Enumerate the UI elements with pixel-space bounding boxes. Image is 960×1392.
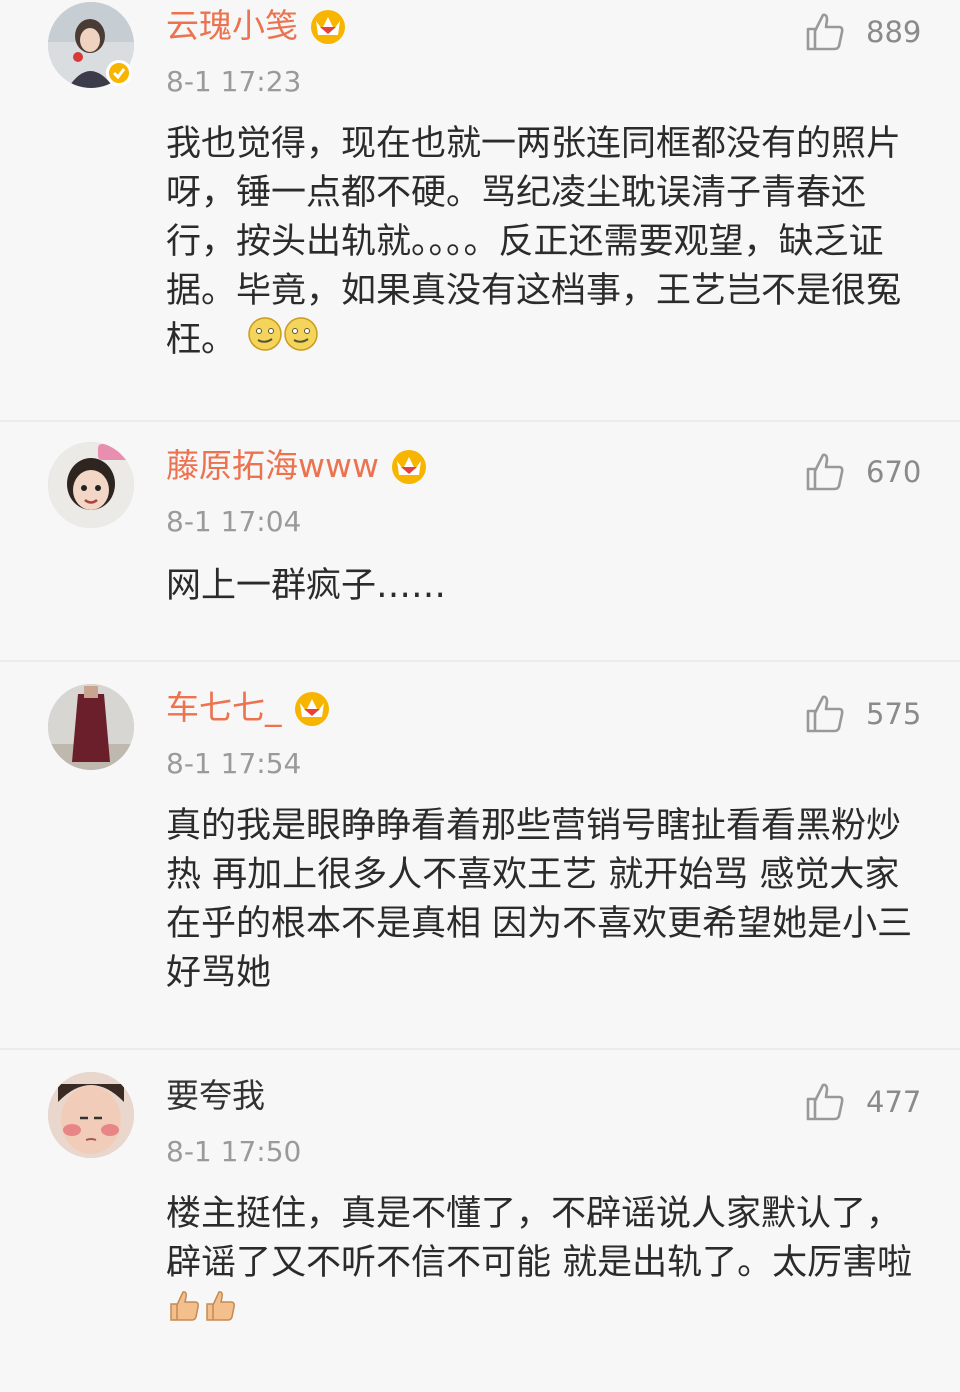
comment-body: 网上一群疯子…… (166, 566, 447, 606)
vip-crown-icon (292, 689, 332, 727)
username[interactable]: 要夸我 (166, 1076, 265, 1116)
comment-time: 8-1 17:54 (166, 747, 302, 780)
thumbs-up-icon (806, 453, 844, 491)
like-count: 670 (866, 455, 922, 489)
comment-text: 楼主挺住，真是不懂了，不辟谣说人家默认了，辟谣了又不听不信不可能 就是出轨了。太… (166, 1190, 916, 1338)
smile-emoji-icon (283, 316, 319, 366)
avatar[interactable] (48, 1072, 134, 1158)
thumbs-up-emoji-icon (166, 1288, 202, 1338)
comment-text: 网上一群疯子…… (166, 562, 916, 611)
like-count: 477 (866, 1085, 922, 1119)
comment-body: 楼主挺住，真是不懂了，不辟谣说人家默认了，辟谣了又不听不信不可能 就是出轨了。太… (166, 1194, 913, 1283)
thumbs-up-emoji-icon (202, 1288, 238, 1338)
like-count: 575 (866, 697, 922, 731)
verified-badge-icon (106, 60, 132, 86)
comment-list: 云瑰小笺 8-1 17:23 889 我也觉得，现在也就一两张连同框都没有的照片… (0, 0, 960, 1392)
vip-crown-icon (308, 7, 348, 45)
username[interactable]: 云瑰小笺 (166, 6, 348, 46)
avatar[interactable] (48, 442, 134, 528)
comment-item: 要夸我 8-1 17:50 477 楼主挺住，真是不懂了，不辟谣说人家默认了，辟… (0, 1050, 960, 1392)
like-count: 889 (866, 15, 922, 49)
like-button[interactable]: 575 (804, 692, 921, 736)
thumbs-up-icon (806, 695, 844, 733)
comment-time: 8-1 17:23 (166, 65, 302, 98)
comment-text: 我也觉得，现在也就一两张连同框都没有的照片呀，锤一点都不硬。骂纪凌尘耽误清子青春… (166, 120, 916, 366)
vip-crown-icon (389, 447, 429, 485)
comment-body: 真的我是眼睁睁看着那些营销号瞎扯看看黑粉炒热 再加上很多人不喜欢王艺 就开始骂 … (166, 806, 913, 993)
like-button[interactable]: 477 (804, 1080, 921, 1124)
username[interactable]: 藤原拓海www (166, 446, 429, 486)
username-text[interactable]: 车七七_ (166, 688, 282, 728)
username-text[interactable]: 云瑰小笺 (166, 6, 298, 46)
comment-time: 8-1 17:04 (166, 505, 302, 538)
avatar[interactable] (48, 684, 134, 770)
comment-time: 8-1 17:50 (166, 1135, 302, 1168)
username-text[interactable]: 要夸我 (166, 1076, 265, 1116)
like-button[interactable]: 889 (804, 10, 921, 54)
smile-emoji-icon (247, 316, 283, 366)
comment-item: 藤原拓海www 8-1 17:04 670 网上一群疯子…… (0, 422, 960, 662)
thumbs-up-icon (806, 13, 844, 51)
username-text[interactable]: 藤原拓海www (166, 446, 379, 486)
thumbs-up-icon (806, 1083, 844, 1121)
comment-text: 真的我是眼睁睁看着那些营销号瞎扯看看黑粉炒热 再加上很多人不喜欢王艺 就开始骂 … (166, 802, 916, 998)
like-button[interactable]: 670 (804, 450, 921, 494)
comment-item: 云瑰小笺 8-1 17:23 889 我也觉得，现在也就一两张连同框都没有的照片… (0, 0, 960, 422)
username[interactable]: 车七七_ (166, 688, 332, 728)
comment-item: 车七七_ 8-1 17:54 575 真的我是眼睁睁看着那些营销号瞎扯看看黑粉炒… (0, 662, 960, 1050)
